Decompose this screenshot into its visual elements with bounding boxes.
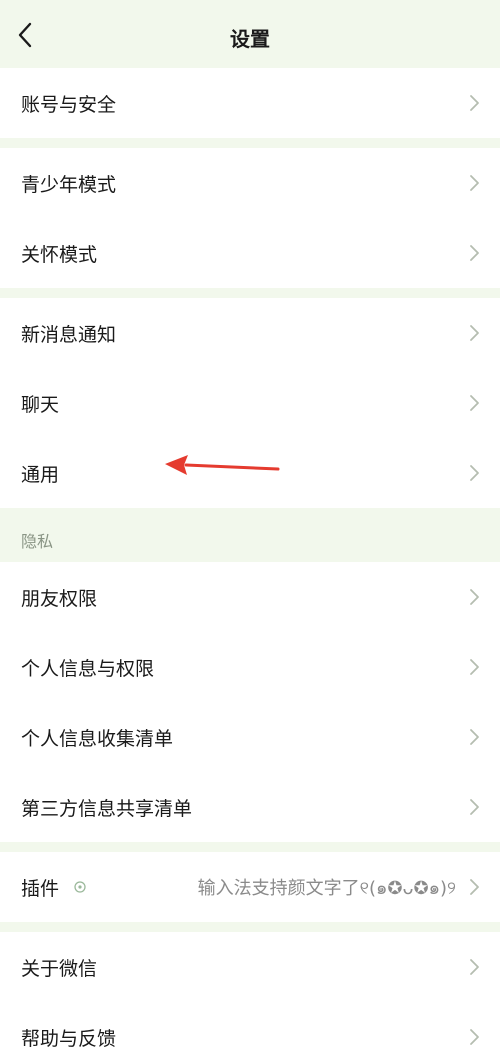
privacy-group: 朋友权限 个人信息与权限 个人信息收集清单 第三方信息共享清单 — [0, 562, 500, 842]
settings-item-label: 朋友权限 — [21, 587, 98, 610]
chevron-right-icon — [470, 1029, 479, 1045]
modes-group: 青少年模式 关怀模式 — [0, 148, 500, 288]
chevron-right-icon — [470, 395, 479, 411]
about-group: 关于微信 帮助与反馈 — [0, 932, 500, 1057]
settings-item-label: 关怀模式 — [21, 243, 98, 266]
settings-item-label: 个人信息与权限 — [21, 657, 155, 680]
settings-item-help-feedback[interactable]: 帮助与反馈 — [0, 1002, 500, 1057]
settings-item-personal-info-collection-list[interactable]: 个人信息收集清单 — [0, 702, 500, 772]
page-title: 设置 — [230, 27, 270, 51]
chevron-right-icon — [470, 659, 479, 675]
chevron-right-icon — [470, 799, 479, 815]
settings-item-friend-permissions[interactable]: 朋友权限 — [0, 562, 500, 632]
chevron-right-icon — [470, 879, 479, 895]
chevron-right-icon — [470, 245, 479, 261]
chevron-right-icon — [470, 959, 479, 975]
chevron-right-icon — [470, 95, 479, 111]
chevron-right-icon — [470, 175, 479, 191]
chevron-right-icon — [470, 325, 479, 341]
settings-item-label: 个人信息收集清单 — [21, 727, 174, 750]
settings-item-plugins[interactable]: 插件 输入法支持颜文字了୧(๑✪ᴗ✪๑)୨ — [0, 852, 500, 922]
settings-item-label: 青少年模式 — [21, 173, 117, 196]
settings-page: 设置 账号与安全 青少年模式 关怀模式 新消息通知 聊天 通用 隐私 朋友权限 … — [0, 0, 500, 1057]
chevron-right-icon — [470, 589, 479, 605]
settings-item-third-party-sharing-list[interactable]: 第三方信息共享清单 — [0, 772, 500, 842]
settings-item-personal-info-permissions[interactable]: 个人信息与权限 — [0, 632, 500, 702]
settings-item-care-mode[interactable]: 关怀模式 — [0, 218, 500, 288]
plugin-badge-icon — [74, 881, 86, 893]
settings-item-label: 聊天 — [21, 393, 60, 416]
plugins-group: 插件 输入法支持颜文字了୧(๑✪ᴗ✪๑)୨ — [0, 852, 500, 922]
chevron-right-icon — [470, 465, 479, 481]
settings-item-label: 新消息通知 — [21, 323, 117, 346]
settings-item-label: 账号与安全 — [21, 93, 117, 116]
privacy-section-header: 隐私 — [21, 532, 54, 551]
settings-item-label: 通用 — [21, 463, 60, 486]
settings-item-chat[interactable]: 聊天 — [0, 368, 500, 438]
settings-item-label: 关于微信 — [21, 957, 98, 980]
settings-item-label: 第三方信息共享清单 — [21, 797, 193, 820]
settings-item-account-security[interactable]: 账号与安全 — [0, 68, 500, 138]
annotation-arrow-icon — [165, 455, 280, 475]
settings-item-youth-mode[interactable]: 青少年模式 — [0, 148, 500, 218]
top-bar: 设置 — [0, 0, 500, 68]
settings-item-about-wechat[interactable]: 关于微信 — [0, 932, 500, 1002]
settings-item-label: 插件 — [21, 877, 60, 900]
settings-item-label: 帮助与反馈 — [21, 1027, 117, 1050]
settings-item-new-message-notification[interactable]: 新消息通知 — [0, 298, 500, 368]
chevron-right-icon — [470, 729, 479, 745]
plugin-description: 输入法支持颜文字了୧(๑✪ᴗ✪๑)୨ — [197, 877, 456, 899]
account-group: 账号与安全 — [0, 68, 500, 138]
